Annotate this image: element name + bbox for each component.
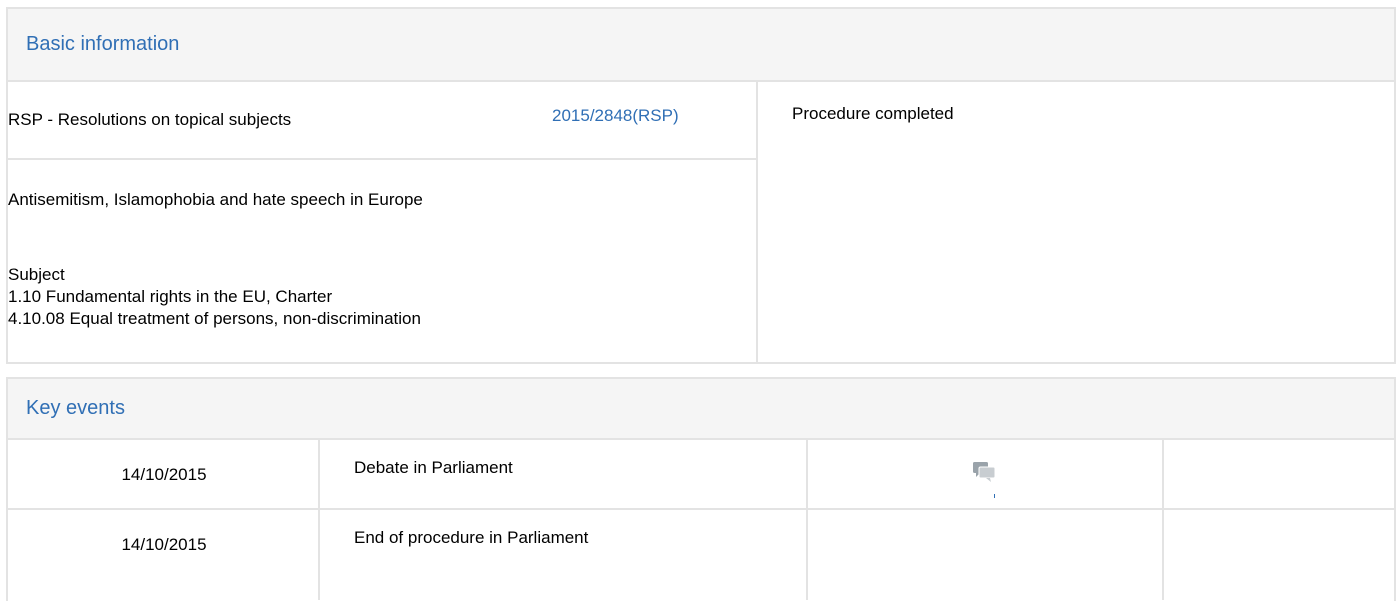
subject-heading: Subject [8,265,65,284]
event-row: 14/10/2015 End of procedure in Parliamen… [8,510,1394,600]
event-row: 14/10/2015 Debate in Parliament [8,440,1394,510]
key-events-heading: Key events [8,379,1394,440]
procedure-details-column: RSP - Resolutions on topical subjects 20… [8,82,758,362]
procedure-status: Procedure completed [792,104,954,123]
event-summary-cell [1164,440,1394,508]
event-document-cell [808,440,1164,508]
event-date-cell: 14/10/2015 [8,510,320,600]
procedure-type: RSP - Resolutions on topical subjects [8,110,292,129]
debate-link-marker [994,494,995,498]
procedure-reference-link[interactable]: 2015/2848(RSP) [552,106,679,126]
event-name: End of procedure in Parliament [354,528,589,547]
event-summary-cell [1164,510,1394,600]
procedure-type-row: RSP - Resolutions on topical subjects 20… [8,82,756,160]
subject-item: 1.10 Fundamental rights in the EU, Chart… [8,287,333,306]
basic-information-body: RSP - Resolutions on topical subjects 20… [8,82,1394,362]
basic-information-panel: Basic information RSP - Resolutions on t… [6,7,1396,364]
event-name-cell: Debate in Parliament [320,440,808,508]
event-name: Debate in Parliament [354,458,513,477]
event-date: 14/10/2015 [121,465,207,484]
basic-information-title: Basic information [26,33,180,55]
debate-speech-bubbles-icon[interactable] [972,461,996,483]
event-document-cell [808,510,1164,600]
key-events-panel: Key events 14/10/2015 Debate in Parliame… [6,377,1396,601]
subject-block: Subject 1.10 Fundamental rights in the E… [8,264,421,330]
event-date: 14/10/2015 [121,535,207,554]
procedure-status-column: Procedure completed [758,82,1394,362]
key-events-title: Key events [26,397,125,419]
basic-information-heading: Basic information [8,9,1394,82]
procedure-title: Antisemitism, Islamophobia and hate spee… [8,190,423,209]
subject-item: 4.10.08 Equal treatment of persons, non-… [8,309,421,328]
event-date-cell: 14/10/2015 [8,440,320,508]
event-name-cell: End of procedure in Parliament [320,510,808,600]
